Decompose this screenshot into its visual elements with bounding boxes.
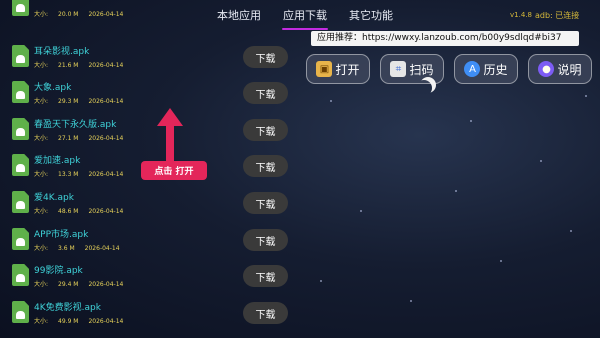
- list-item: 大象.apk 大小: 29.3 M 2026-04-14 下载: [12, 75, 302, 111]
- size-label: 大小:: [34, 171, 49, 178]
- moon-icon: [416, 80, 432, 96]
- file-size: 20.0 M: [58, 11, 79, 18]
- open-hint-tooltip: 点击 打开: [141, 161, 207, 180]
- apk-file-icon: [12, 45, 29, 67]
- file-name: 爱4K.apk: [34, 193, 74, 203]
- download-button[interactable]: 下载: [243, 265, 288, 287]
- size-label: 大小:: [34, 98, 49, 105]
- file-name: 爱加速.apk: [34, 156, 81, 166]
- list-item: 耳朵影视.apk 大小: 21.6 M 2026-04-14 下载: [12, 39, 302, 75]
- appstore-icon: A: [464, 61, 481, 77]
- apk-file-icon: [12, 154, 29, 176]
- size-label: 大小:: [34, 11, 49, 18]
- help-button-label: 说明: [557, 62, 582, 77]
- file-date: 2026-04-14: [84, 245, 120, 252]
- recommend-bar[interactable]: 应用推荐：https://wwxy.lanzoub.com/b00y9sdlqd…: [311, 31, 579, 46]
- file-size: 29.4 M: [58, 281, 79, 288]
- file-name: APP市场.apk: [34, 230, 89, 240]
- list-item: 4K免费影视.apk 大小: 49.9 M 2026-04-14 下载: [12, 295, 302, 331]
- scan-button-label: 扫码: [409, 62, 434, 77]
- file-size: 3.6 M: [58, 245, 75, 252]
- file-name: 耳朵影视.apk: [34, 47, 90, 57]
- file-size: 21.6 M: [58, 62, 79, 69]
- apk-file-icon: [12, 118, 29, 140]
- file-meta: 大小: 49.9 M 2026-04-14: [34, 316, 133, 325]
- file-meta: 大小: 21.6 M 2026-04-14: [34, 60, 133, 69]
- history-button[interactable]: A 历史: [454, 54, 518, 84]
- file-date: 2026-04-14: [88, 98, 124, 105]
- apk-file-icon: [12, 81, 29, 103]
- file-size: 49.9 M: [58, 318, 79, 325]
- file-size: 29.3 M: [58, 98, 79, 105]
- file-date: 2026-04-14: [88, 171, 124, 178]
- scan-icon: ⌗: [390, 61, 407, 77]
- file-size: 48.6 M: [58, 208, 79, 215]
- apk-file-icon: [12, 301, 29, 323]
- download-button[interactable]: 下载: [243, 302, 288, 324]
- file-date: 2026-04-14: [88, 208, 124, 215]
- size-label: 大小:: [34, 208, 49, 215]
- bulb-icon: ●: [538, 61, 555, 77]
- up-arrow-icon: [157, 108, 183, 164]
- file-name: 春盈天下永久版.apk: [34, 120, 117, 130]
- file-name: 4K免费影视.apk: [34, 303, 101, 313]
- list-item: 爱4K.apk 大小: 48.6 M 2026-04-14 下载: [12, 185, 302, 221]
- file-size: 27.1 M: [58, 135, 79, 142]
- download-button[interactable]: 下载: [243, 46, 288, 68]
- history-button-label: 历史: [483, 62, 508, 77]
- open-button-label: 打开: [335, 62, 360, 77]
- file-date: 2026-04-14: [88, 135, 124, 142]
- size-label: 大小:: [34, 318, 49, 325]
- download-button[interactable]: 下载: [243, 155, 288, 177]
- tab-other-functions[interactable]: 其它功能: [338, 9, 404, 23]
- file-meta: 大小: 13.3 M 2026-04-14: [34, 169, 133, 178]
- open-button[interactable]: ▣ 打开: [306, 54, 370, 84]
- apk-file-icon: [12, 191, 29, 213]
- file-name: 99影院.apk: [34, 266, 83, 276]
- size-label: 大小:: [34, 135, 49, 142]
- box-icon: ▣: [316, 61, 333, 77]
- size-label: 大小:: [34, 62, 49, 69]
- file-meta: 大小: 20.0 M 2026-04-14: [34, 9, 133, 18]
- scan-button[interactable]: ⌗ 扫码: [380, 54, 444, 84]
- list-item: 大小: 20.0 M 2026-04-14: [12, 0, 302, 24]
- file-meta: 大小: 27.1 M 2026-04-14: [34, 133, 133, 142]
- file-date: 2026-04-14: [88, 318, 124, 325]
- apk-file-icon: [12, 264, 29, 286]
- file-meta: 大小: 29.4 M 2026-04-14: [34, 279, 133, 288]
- list-item: 99影院.apk 大小: 29.4 M 2026-04-14 下载: [12, 258, 302, 294]
- help-button[interactable]: ● 说明: [528, 54, 592, 84]
- size-label: 大小:: [34, 245, 49, 252]
- file-date: 2026-04-14: [88, 11, 124, 18]
- action-buttons: ▣ 打开 ⌗ 扫码 A 历史 ● 说明: [306, 54, 592, 84]
- file-meta: 大小: 48.6 M 2026-04-14: [34, 206, 133, 215]
- apk-file-icon: [12, 0, 29, 16]
- adb-status: adb: 已连接: [535, 11, 580, 20]
- file-size: 13.3 M: [58, 171, 79, 178]
- list-item: APP市场.apk 大小: 3.6 M 2026-04-14 下载: [12, 222, 302, 258]
- file-date: 2026-04-14: [88, 281, 124, 288]
- size-label: 大小:: [34, 281, 49, 288]
- file-name: 大象.apk: [34, 83, 72, 93]
- download-button[interactable]: 下载: [243, 119, 288, 141]
- download-button[interactable]: 下载: [243, 192, 288, 214]
- download-button[interactable]: 下载: [243, 229, 288, 251]
- file-meta: 大小: 29.3 M 2026-04-14: [34, 96, 133, 105]
- download-button[interactable]: 下载: [243, 82, 288, 104]
- file-meta: 大小: 3.6 M 2026-04-14: [34, 243, 130, 252]
- apk-file-icon: [12, 228, 29, 250]
- version-label: v1.4.8: [510, 11, 532, 19]
- file-date: 2026-04-14: [88, 62, 124, 69]
